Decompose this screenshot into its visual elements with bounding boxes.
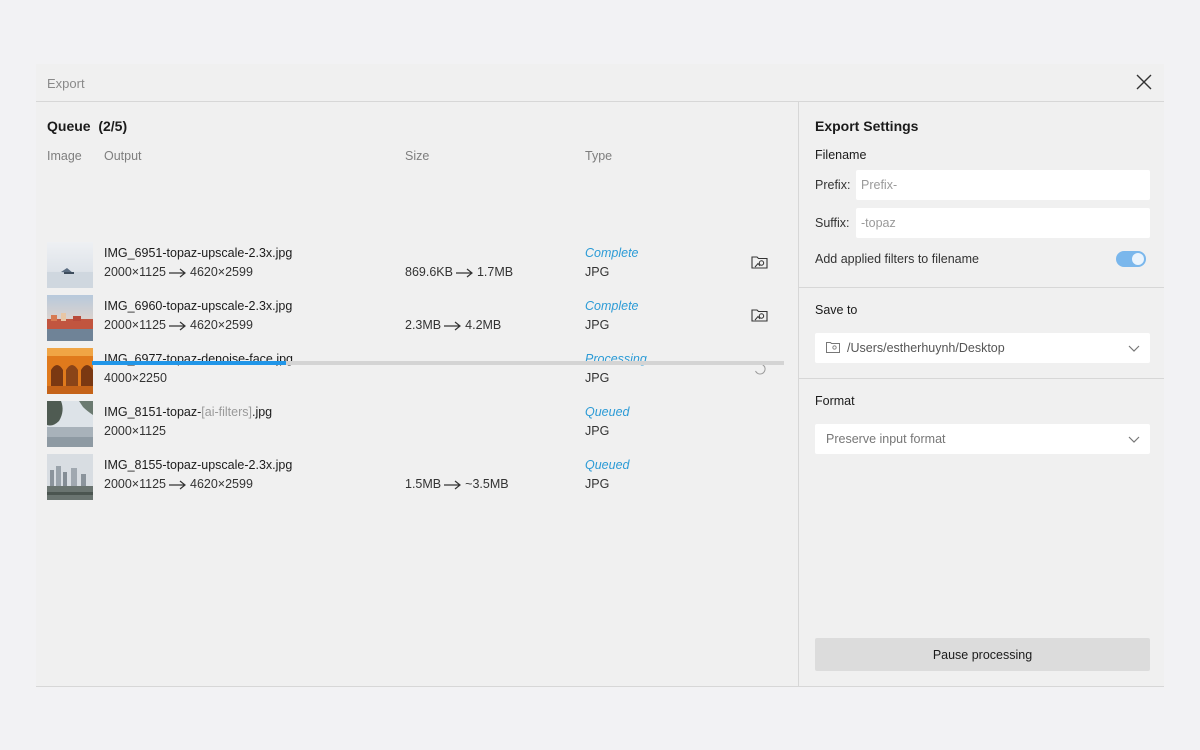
toggle-knob	[1132, 253, 1144, 265]
dimensions: 2000×1125 4620×2599	[104, 477, 253, 491]
folder-image-icon	[751, 256, 768, 269]
thumbnail-image	[47, 401, 93, 447]
window-title: Export	[47, 76, 85, 91]
dimensions: 2000×1125	[104, 424, 166, 438]
arrow-right-icon	[444, 321, 462, 331]
file-size: 1.5MB ~3.5MB	[405, 477, 509, 491]
file-size: 869.6KB 1.7MB	[405, 265, 514, 279]
arrow-right-icon	[169, 321, 186, 331]
output-filename: IMG_6951-topaz-upscale-2.3x.jpg	[104, 246, 293, 260]
status-label: Queued	[585, 405, 630, 419]
folder-image-icon	[826, 342, 840, 353]
filters-toggle-label: Add applied filters to filename	[815, 252, 979, 266]
col-header-type: Type	[585, 149, 613, 163]
divider	[799, 378, 1164, 379]
chevron-down-icon	[1128, 436, 1140, 443]
file-type: JPG	[585, 477, 610, 491]
arrow-right-icon	[169, 268, 186, 278]
col-header-size: Size	[405, 149, 430, 163]
dimensions: 2000×1125 4620×2599	[104, 265, 253, 279]
thumbnail-image	[47, 295, 93, 341]
thumbnail-image	[47, 454, 93, 500]
format-label: Format	[815, 394, 855, 408]
save-to-select[interactable]: /Users/estherhuynh/Desktop	[815, 333, 1150, 363]
queue-row[interactable]: IMG_6960-topaz-upscale-2.3x.jpg 2000×112…	[36, 293, 798, 341]
arrow-right-icon	[455, 268, 473, 278]
arrow-right-icon	[169, 480, 186, 490]
open-in-folder-button[interactable]	[751, 254, 769, 270]
queue-panel: Queue (2/5) Image Output Size Type IMG_6…	[36, 102, 798, 687]
suffix-input[interactable]	[856, 208, 1150, 238]
chevron-down-icon	[1128, 345, 1140, 352]
divider	[799, 287, 1164, 288]
output-filename: IMG_8151-topaz-[ai-filters].jpg	[104, 405, 273, 419]
settings-title: Export Settings	[815, 118, 919, 134]
progress-bar-fill	[92, 361, 286, 365]
suffix-label: Suffix:	[815, 216, 850, 230]
close-icon	[1136, 74, 1152, 90]
dimensions: 4000×2250	[104, 371, 167, 385]
thumbnail-image	[47, 242, 93, 288]
output-filename: IMG_6960-topaz-upscale-2.3x.jpg	[104, 299, 293, 313]
prefix-label: Prefix:	[815, 178, 851, 192]
export-settings-panel: Export Settings Filename Prefix: Suffix:…	[798, 102, 1164, 687]
file-size: 2.3MB 4.2MB	[405, 318, 502, 332]
col-header-image: Image	[47, 149, 82, 163]
prefix-input[interactable]	[856, 170, 1150, 200]
open-in-folder-button[interactable]	[751, 307, 769, 323]
save-to-label: Save to	[815, 303, 858, 317]
queue-row[interactable]: IMG_6951-topaz-upscale-2.3x.jpg 2000×112…	[36, 240, 798, 288]
format-value: Preserve input format	[826, 432, 946, 446]
file-type: JPG	[585, 265, 610, 279]
file-type: JPG	[585, 424, 610, 438]
title-bar: Export	[36, 64, 1164, 102]
file-type: JPG	[585, 371, 610, 385]
dimensions: 2000×1125 4620×2599	[104, 318, 253, 332]
folder-image-icon	[751, 309, 768, 322]
status-label: Complete	[585, 299, 639, 313]
filename-section-label: Filename	[815, 148, 867, 162]
queue-title: Queue (2/5)	[47, 118, 128, 134]
save-to-path: /Users/estherhuynh/Desktop	[847, 341, 1005, 355]
col-header-output: Output	[104, 149, 142, 163]
arrow-right-icon	[444, 480, 462, 490]
queue-row[interactable]: IMG_6977-topaz-denoise-face.jpg 4000×225…	[36, 346, 798, 394]
filters-toggle[interactable]	[1116, 251, 1146, 267]
export-dialog: Export Queue (2/5) Image Output Size Typ…	[36, 64, 1164, 687]
queue-row[interactable]: IMG_8151-topaz-[ai-filters].jpg 2000×112…	[36, 399, 798, 447]
progress-bar	[92, 361, 784, 365]
status-label: Queued	[585, 458, 630, 472]
pause-processing-button[interactable]: Pause processing	[815, 638, 1150, 671]
output-filename: IMG_8155-topaz-upscale-2.3x.jpg	[104, 458, 293, 472]
file-type: JPG	[585, 318, 610, 332]
close-button[interactable]	[1134, 72, 1154, 92]
thumbnail-image	[47, 348, 93, 394]
queue-row[interactable]: IMG_8155-topaz-upscale-2.3x.jpg 2000×112…	[36, 452, 798, 500]
status-label: Complete	[585, 246, 639, 260]
format-select[interactable]: Preserve input format	[815, 424, 1150, 454]
